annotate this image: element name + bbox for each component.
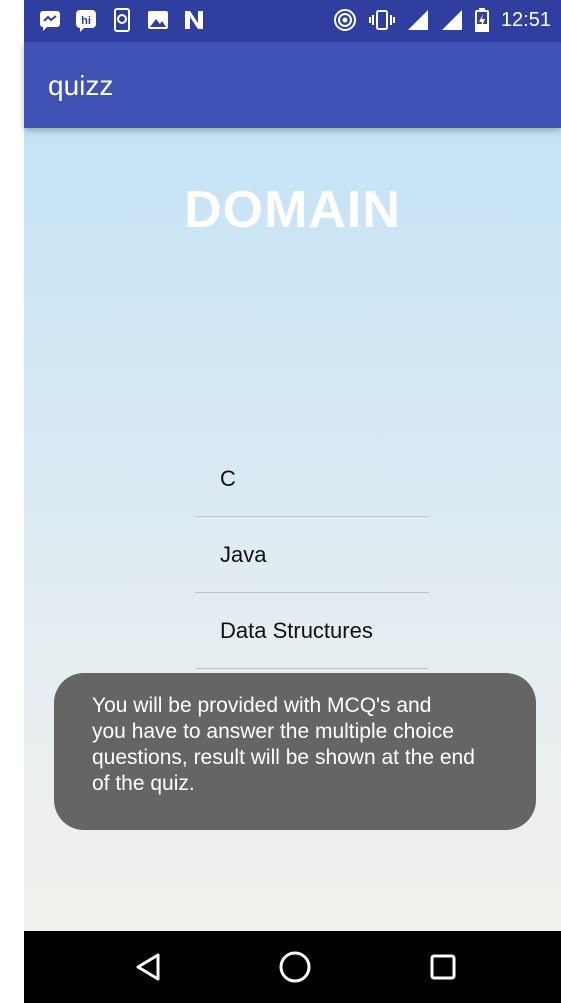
domain-item-label: Java <box>220 541 267 567</box>
svg-text:hi: hi <box>81 15 91 27</box>
phone-sync-icon <box>110 8 134 32</box>
app-title: quizz <box>48 70 114 101</box>
hike-icon: hi <box>74 8 98 32</box>
domain-item-java[interactable]: Java <box>195 517 429 593</box>
toast-line: you have to answer the multiple choice <box>92 720 454 743</box>
domain-list: C Java Data Structures <box>195 441 429 669</box>
messenger-icon <box>38 8 62 32</box>
domain-item-c[interactable]: C <box>195 441 429 517</box>
recents-icon[interactable] <box>425 949 461 985</box>
navigation-bar <box>24 931 561 1003</box>
status-bar: hi 12:51 <box>24 0 561 42</box>
status-system-icons: 12:51 <box>333 8 551 32</box>
status-time: 12:51 <box>500 8 551 31</box>
toast-line: You will be provided with MCQ's and <box>92 694 432 717</box>
notification-n-icon <box>182 8 206 32</box>
vibrate-icon <box>368 8 395 32</box>
hotspot-icon <box>333 8 357 32</box>
app-bar: quizz <box>24 42 561 128</box>
phone-screen: hi 12:51 quizz DOMAIN C Java Data Struct… <box>0 0 561 1003</box>
status-notification-icons: hi <box>38 8 206 32</box>
domain-item-data-structures[interactable]: Data Structures <box>195 593 429 669</box>
page-title: DOMAIN <box>184 181 401 239</box>
toast-line: questions, result will be shown at the e… <box>92 746 475 769</box>
battery-charging-icon <box>474 8 489 32</box>
home-icon[interactable] <box>277 949 313 985</box>
domain-item-label: Data Structures <box>220 617 373 643</box>
domain-item-label: C <box>220 465 236 491</box>
signal-icon-2 <box>441 9 463 31</box>
gallery-icon <box>146 8 170 32</box>
toast-message: You will be provided with MCQ's and you … <box>54 673 536 830</box>
back-icon[interactable] <box>130 949 166 985</box>
toast-line: of the quiz. <box>92 772 195 795</box>
signal-icon <box>407 9 429 31</box>
